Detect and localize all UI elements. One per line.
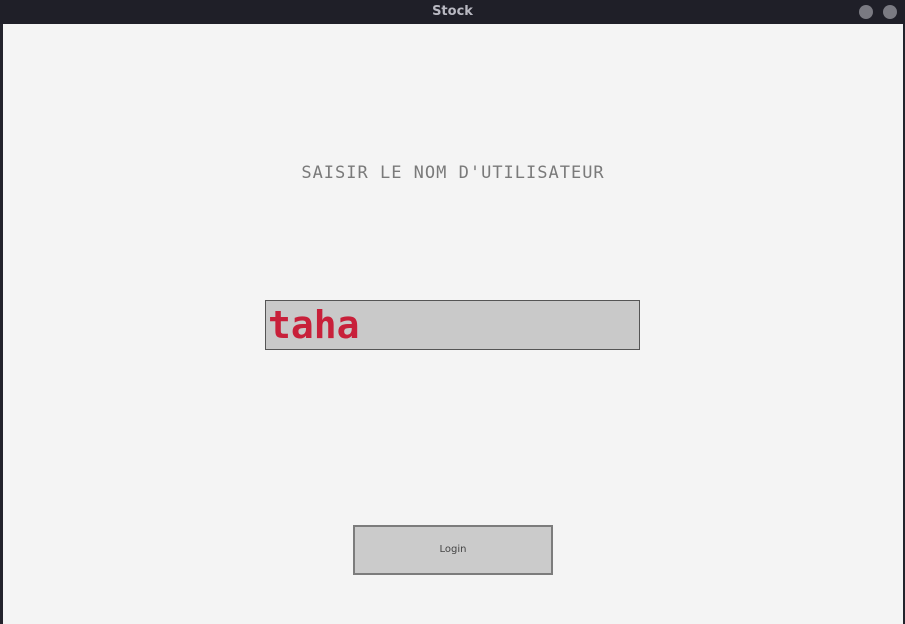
close-icon[interactable]	[883, 5, 897, 19]
window-title: Stock	[432, 4, 473, 19]
username-prompt-label: SAISIR LE NOM D'UTILISATEUR	[301, 163, 605, 183]
login-panel: SAISIR LE NOM D'UTILISATEUR Login	[3, 24, 903, 624]
username-input[interactable]	[265, 300, 640, 350]
window-titlebar[interactable]: Stock	[0, 0, 905, 24]
login-button[interactable]: Login	[353, 525, 553, 575]
minimize-icon[interactable]	[859, 5, 873, 19]
